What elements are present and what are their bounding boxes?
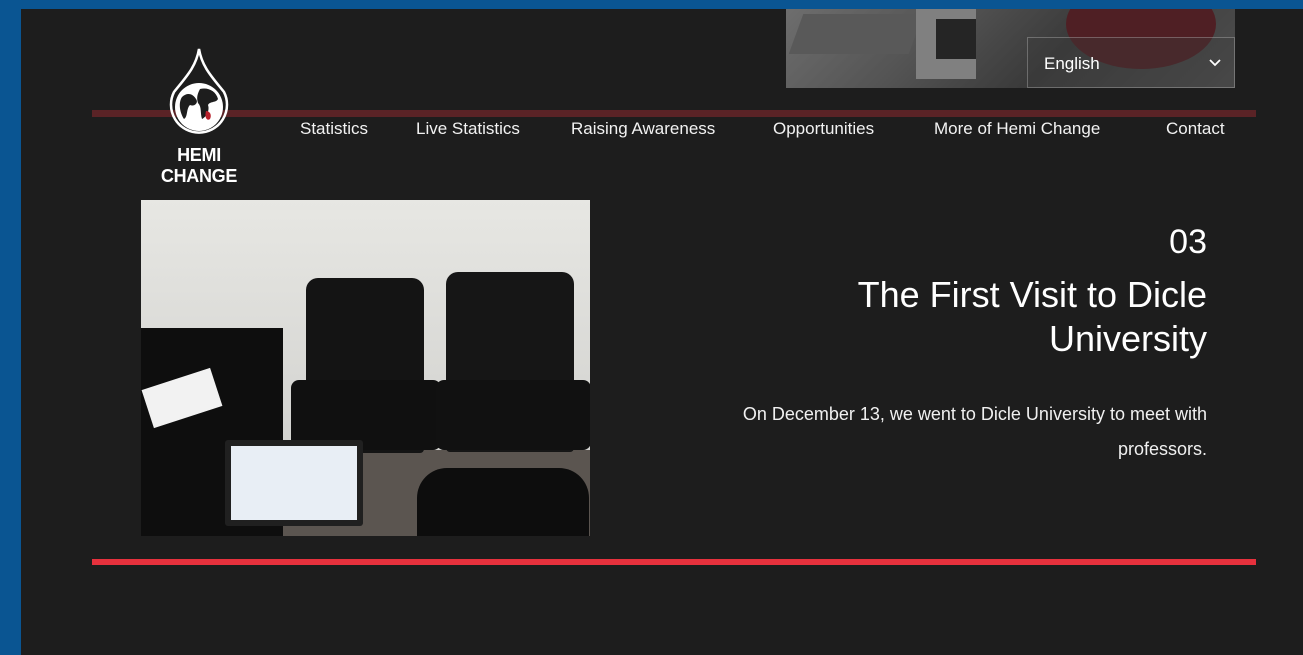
nav-item-more-of-hemi-change[interactable]: More of Hemi Change [934, 119, 1100, 139]
post-description: On December 13, we went to Dicle Univers… [742, 404, 1207, 459]
post-photo [141, 200, 590, 536]
nav-item-opportunities[interactable]: Opportunities [773, 119, 874, 139]
header-divider [92, 110, 1256, 117]
nav-item-statistics[interactable]: Statistics [300, 119, 368, 139]
post-title: The First Visit to Dicle University [857, 274, 1207, 359]
accent-divider [92, 559, 1256, 565]
brand-logo[interactable]: HEMI CHANGE [137, 47, 261, 186]
chevron-down-icon [1209, 59, 1221, 67]
language-select[interactable]: English [1027, 37, 1235, 88]
nav-item-contact[interactable]: Contact [1166, 119, 1225, 139]
nav-item-raising-awareness[interactable]: Raising Awareness [571, 119, 715, 139]
language-selected-label: English [1044, 54, 1100, 73]
page: English HEMI CHANGE Statistics Live Stat… [21, 9, 1303, 655]
nav-item-live-statistics[interactable]: Live Statistics [416, 119, 520, 139]
post-number: 03 [1169, 223, 1207, 261]
brand-name: HEMI CHANGE [160, 145, 238, 186]
globe-drop-icon [169, 48, 229, 134]
